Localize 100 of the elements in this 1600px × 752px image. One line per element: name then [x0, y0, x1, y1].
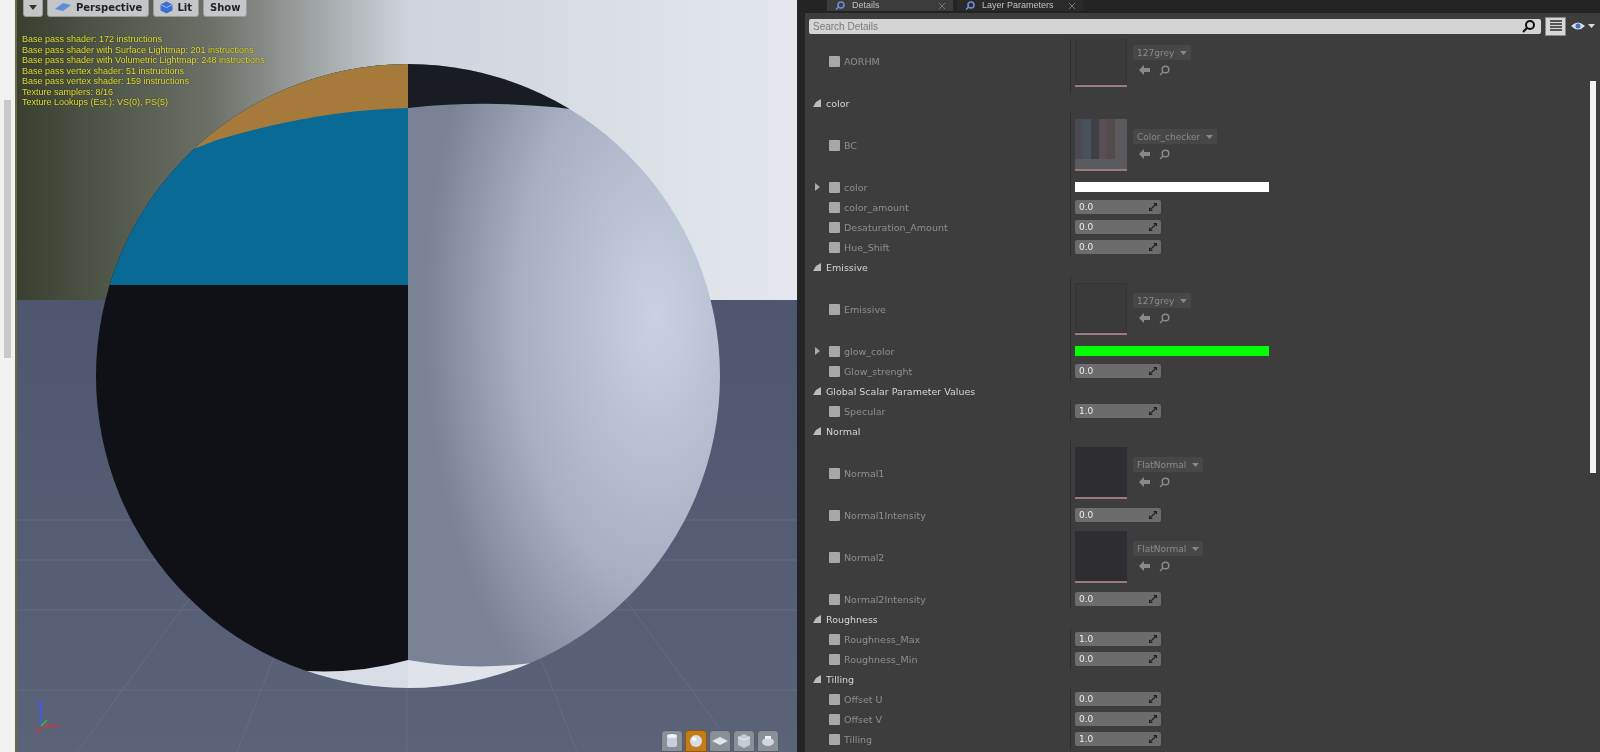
- category-label[interactable]: Tilling: [826, 673, 855, 685]
- arrow-left-icon[interactable]: [1139, 313, 1150, 323]
- number-field[interactable]: 0.0: [1075, 508, 1161, 522]
- close-icon[interactable]: [939, 2, 945, 9]
- texture-thumbnail[interactable]: [1075, 283, 1127, 335]
- override-checkbox[interactable]: [829, 693, 840, 705]
- details-tab[interactable]: Layer Parameters: [957, 0, 1083, 11]
- number-field[interactable]: 0.0: [1075, 220, 1161, 234]
- category-label[interactable]: Normal: [826, 425, 861, 437]
- search-icon[interactable]: [1159, 65, 1170, 76]
- override-checkbox[interactable]: [829, 653, 840, 665]
- arrow-left-icon[interactable]: [1139, 477, 1150, 487]
- override-checkbox[interactable]: [829, 733, 840, 745]
- arrow-left-icon[interactable]: [1139, 65, 1150, 75]
- close-icon[interactable]: [1069, 2, 1075, 9]
- search-field[interactable]: Search Details: [809, 18, 1541, 34]
- override-checkbox[interactable]: [829, 201, 840, 213]
- plane-icon: [712, 737, 728, 745]
- number-field[interactable]: 1.0: [1075, 632, 1161, 646]
- category-label[interactable]: Emissive: [826, 261, 868, 273]
- parameter-label: glow_color: [844, 345, 895, 357]
- drag-arrows-icon: [1149, 367, 1157, 375]
- teapot-preview-button[interactable]: [757, 730, 779, 752]
- cube-icon: [160, 0, 174, 14]
- override-checkbox[interactable]: [829, 241, 840, 253]
- override-checkbox[interactable]: [829, 365, 840, 377]
- override-checkbox[interactable]: [829, 551, 840, 563]
- override-checkbox[interactable]: [829, 139, 840, 151]
- parameter-label: Desaturation_Amount: [844, 221, 948, 233]
- expander-arrow-icon[interactable]: [813, 263, 821, 271]
- view-options-button[interactable]: [23, 0, 43, 17]
- category-label[interactable]: color: [826, 97, 850, 109]
- texture-thumbnail[interactable]: [1075, 447, 1127, 499]
- number-field[interactable]: 0.0: [1075, 652, 1161, 666]
- number-field[interactable]: 1.0: [1075, 404, 1161, 418]
- asset-dropdown[interactable]: 127grey: [1133, 45, 1192, 60]
- parameter-label: Roughness_Min: [844, 653, 918, 665]
- number-field[interactable]: 0.0: [1075, 200, 1161, 214]
- plane-preview-button[interactable]: [709, 730, 731, 752]
- texture-thumbnail[interactable]: [1075, 531, 1127, 583]
- grid-view-button[interactable]: [1545, 16, 1566, 36]
- search-icon[interactable]: [1159, 149, 1170, 160]
- override-checkbox[interactable]: [829, 303, 840, 315]
- override-checkbox[interactable]: [829, 713, 840, 725]
- parameter-label: Emissive: [844, 303, 886, 315]
- override-checkbox[interactable]: [829, 633, 840, 645]
- arrow-left-icon[interactable]: [1139, 149, 1150, 159]
- drag-arrows-icon: [1149, 407, 1157, 415]
- shader-stat-text: Base pass shader: 172 instructions: [22, 34, 164, 45]
- show-button[interactable]: Show: [202, 0, 248, 17]
- search-icon[interactable]: [1159, 477, 1170, 488]
- number-field[interactable]: 0.0: [1075, 692, 1161, 706]
- details-tab[interactable]: Details: [827, 0, 953, 11]
- override-checkbox[interactable]: [829, 221, 840, 233]
- cube-preview-button[interactable]: [733, 730, 755, 752]
- scrollbar-thumb[interactable]: [1590, 81, 1596, 473]
- texture-thumbnail[interactable]: [1075, 39, 1127, 87]
- scrollbar-thumb[interactable]: [4, 100, 11, 358]
- override-checkbox[interactable]: [829, 345, 840, 357]
- asset-dropdown[interactable]: 127grey: [1133, 293, 1192, 308]
- arrow-left-icon[interactable]: [1139, 561, 1150, 571]
- expander-arrow-icon[interactable]: [813, 387, 821, 395]
- override-checkbox[interactable]: [829, 593, 840, 605]
- sphere-preview-button[interactable]: [685, 730, 707, 752]
- shader-stat-text: Texture Lookups (Est.): VS(0), PS(5): [22, 97, 170, 108]
- expander-arrow-icon[interactable]: [813, 615, 821, 623]
- expander-arrow-icon[interactable]: [815, 347, 820, 355]
- number-field[interactable]: 0.0: [1075, 364, 1161, 378]
- category-label[interactable]: Global Scalar Parameter Values: [826, 385, 976, 397]
- number-field[interactable]: 1.0: [1075, 732, 1161, 746]
- color-swatch[interactable]: [1075, 346, 1269, 356]
- override-checkbox[interactable]: [829, 509, 840, 521]
- asset-dropdown[interactable]: Color_checker: [1133, 129, 1218, 144]
- color-swatch[interactable]: [1075, 182, 1269, 192]
- number-field[interactable]: 0.0: [1075, 240, 1161, 254]
- drag-arrows-icon: [1149, 203, 1157, 211]
- lit-button[interactable]: Lit: [153, 0, 199, 17]
- eye-icon[interactable]: [1570, 20, 1596, 32]
- texture-thumbnail[interactable]: [1075, 119, 1127, 171]
- expander-arrow-icon[interactable]: [815, 183, 820, 191]
- magnifier-icon: [835, 1, 846, 10]
- search-icon[interactable]: [1159, 561, 1170, 572]
- override-checkbox[interactable]: [829, 181, 840, 193]
- override-checkbox[interactable]: [829, 55, 840, 67]
- cylinder-preview-button[interactable]: [661, 730, 683, 752]
- category-label[interactable]: Roughness: [826, 613, 878, 625]
- override-checkbox[interactable]: [829, 405, 840, 417]
- expander-arrow-icon[interactable]: [813, 675, 821, 683]
- expander-arrow-icon[interactable]: [813, 99, 821, 107]
- expander-arrow-icon[interactable]: [813, 427, 821, 435]
- number-field[interactable]: 0.0: [1075, 712, 1161, 726]
- search-icon[interactable]: [1159, 313, 1170, 324]
- asset-dropdown[interactable]: FlatNormal: [1133, 541, 1204, 556]
- caret-icon: [29, 4, 37, 10]
- asset-dropdown[interactable]: FlatNormal: [1133, 457, 1204, 472]
- drag-arrows-icon: [1149, 635, 1157, 643]
- override-checkbox[interactable]: [829, 467, 840, 479]
- caret-icon: [1192, 546, 1200, 551]
- perspective-button[interactable]: Perspective: [47, 0, 150, 17]
- number-field[interactable]: 0.0: [1075, 592, 1161, 606]
